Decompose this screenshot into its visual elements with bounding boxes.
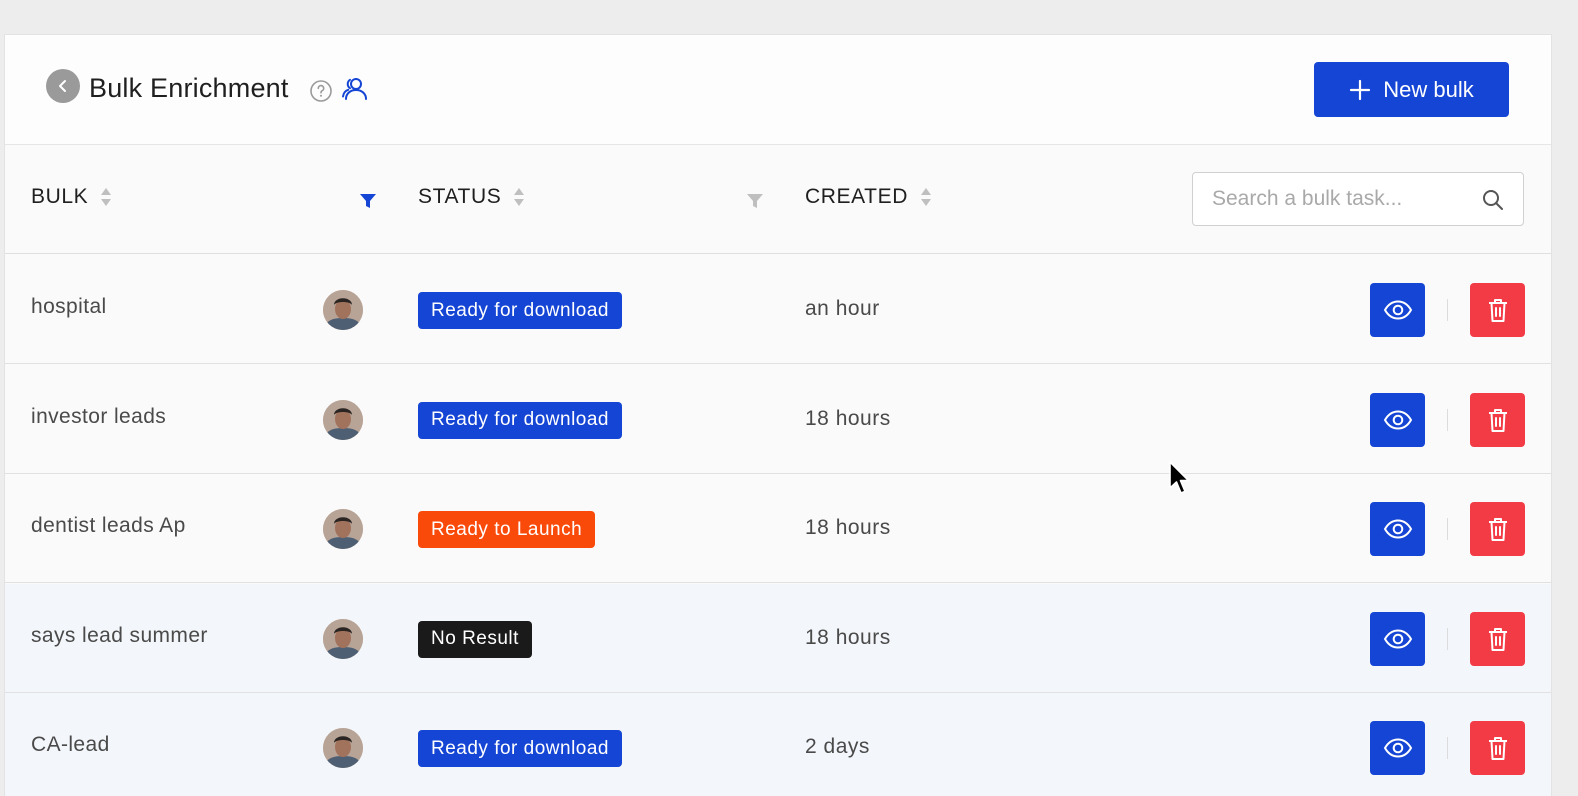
new-bulk-label: New bulk: [1383, 76, 1474, 102]
action-divider: [1447, 518, 1448, 540]
trash-icon: [1488, 408, 1507, 432]
trash-icon: [1488, 518, 1507, 541]
eye-icon: [1383, 300, 1412, 320]
new-bulk-button[interactable]: New bulk: [1314, 62, 1509, 117]
trash-icon: [1488, 627, 1507, 651]
status-badge: Ready for download: [418, 401, 622, 439]
table-row[interactable]: says lead summer No Result 18 hours: [5, 583, 1551, 693]
column-status-label: STATUS: [418, 185, 502, 208]
chevron-left-icon: [59, 80, 66, 92]
table-row[interactable]: CA-lead Ready for download 2 days: [5, 693, 1551, 796]
column-bulk[interactable]: BULK: [31, 185, 112, 209]
table-row[interactable]: hospital Ready for download an hour: [5, 255, 1551, 364]
status-badge: Ready for download: [418, 730, 622, 767]
bulk-name: CA-lead: [31, 733, 110, 756]
column-bulk-label: BULK: [31, 185, 89, 208]
delete-button[interactable]: [1470, 392, 1525, 447]
view-button[interactable]: [1370, 283, 1425, 337]
trash-icon: [1488, 299, 1507, 322]
avatar: [323, 290, 363, 330]
plus-icon: [1350, 79, 1371, 100]
action-divider: [1447, 627, 1448, 650]
status-badge: Ready to Launch: [418, 511, 596, 548]
avatar: [323, 618, 363, 659]
bulk-name: dentist leads Ap: [31, 514, 186, 537]
created-time: 18 hours: [805, 516, 891, 539]
column-status[interactable]: STATUS: [418, 185, 525, 209]
search-input[interactable]: [1192, 172, 1524, 226]
page-title: Bulk Enrichment: [89, 73, 289, 103]
delete-button[interactable]: [1470, 721, 1525, 775]
created-time: an hour: [805, 297, 880, 320]
created-time: 2 days: [805, 735, 870, 758]
created-time: 18 hours: [805, 625, 891, 649]
filter-icon[interactable]: [359, 193, 377, 209]
avatar: [323, 509, 363, 549]
filter-icon[interactable]: [746, 193, 764, 209]
users-icon[interactable]: [341, 75, 369, 103]
column-created[interactable]: CREATED: [805, 185, 932, 209]
delete-button[interactable]: [1470, 611, 1525, 666]
bulk-name: says lead summer: [31, 623, 208, 647]
sort-icon[interactable]: [920, 186, 932, 208]
view-button[interactable]: [1370, 392, 1425, 447]
avatar: [323, 728, 363, 768]
action-divider: [1447, 408, 1448, 431]
view-button[interactable]: [1370, 611, 1425, 666]
question-circle-icon[interactable]: [309, 79, 333, 103]
delete-button[interactable]: [1470, 502, 1525, 556]
back-button[interactable]: [46, 69, 80, 103]
status-badge: Ready for download: [418, 292, 622, 329]
eye-icon: [1383, 409, 1412, 430]
created-time: 18 hours: [805, 406, 891, 430]
avatar: [323, 399, 363, 440]
mouse-cursor-icon: [1169, 461, 1190, 494]
view-button[interactable]: [1370, 721, 1425, 775]
sort-icon[interactable]: [513, 186, 525, 208]
bulk-enrichment-panel: Bulk Enrichment New bulk BULK STATUS CRE…: [4, 34, 1552, 796]
table-row[interactable]: dentist leads Ap Ready to Launch 18 hour…: [5, 474, 1551, 583]
eye-icon: [1383, 519, 1412, 539]
sort-icon[interactable]: [100, 186, 112, 208]
delete-button[interactable]: [1470, 283, 1525, 337]
page-header: Bulk Enrichment New bulk: [5, 35, 1551, 145]
eye-icon: [1383, 628, 1412, 649]
bulk-name: hospital: [31, 295, 107, 318]
status-badge: No Result: [418, 620, 532, 658]
trash-icon: [1488, 737, 1507, 760]
bulk-name: investor leads: [31, 404, 167, 428]
view-button[interactable]: [1370, 502, 1425, 556]
table-header: BULK STATUS CREATED: [5, 145, 1551, 254]
action-divider: [1447, 299, 1448, 321]
column-created-label: CREATED: [805, 185, 908, 208]
action-divider: [1447, 737, 1448, 759]
table-row[interactable]: investor leads Ready for download 18 hou…: [5, 365, 1551, 474]
eye-icon: [1383, 738, 1412, 758]
search-icon[interactable]: [1482, 189, 1504, 211]
